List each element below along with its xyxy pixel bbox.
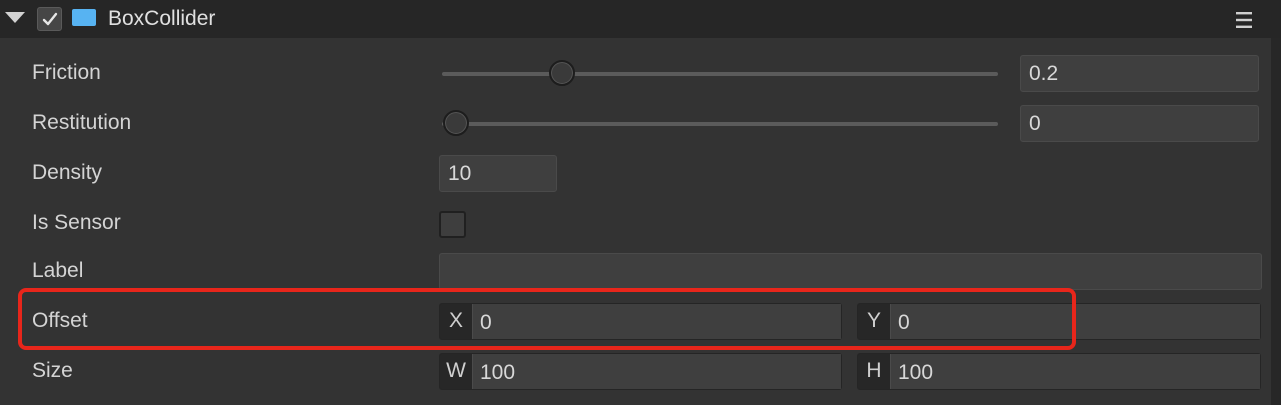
- restitution-label: Restitution: [32, 111, 132, 134]
- restitution-slider-track[interactable]: [442, 122, 998, 126]
- friction-slider-handle[interactable]: [549, 60, 575, 86]
- restitution-slider-handle[interactable]: [443, 110, 469, 136]
- component-title: BoxCollider: [108, 7, 216, 30]
- friction-input[interactable]: 0.2: [1020, 55, 1259, 92]
- restitution-input[interactable]: 0: [1020, 105, 1259, 142]
- size-h-input[interactable]: 100: [890, 354, 1260, 389]
- is-sensor-label: Is Sensor: [32, 211, 121, 234]
- size-label: Size: [32, 359, 73, 382]
- component-icon: [72, 9, 96, 26]
- label-input[interactable]: [439, 253, 1262, 290]
- size-h-field[interactable]: H 100: [857, 353, 1261, 390]
- scrollbar-gutter[interactable]: [1271, 38, 1281, 405]
- enable-checkbox[interactable]: [37, 7, 62, 31]
- checkmark-icon: [42, 12, 58, 26]
- component-header[interactable]: BoxCollider: [0, 0, 1281, 38]
- friction-label: Friction: [32, 61, 101, 84]
- density-input[interactable]: 10: [439, 155, 557, 192]
- menu-icon[interactable]: [1236, 11, 1252, 29]
- size-w-input[interactable]: 100: [472, 354, 841, 389]
- size-w-letter: W: [446, 359, 466, 382]
- fold-arrow-icon[interactable]: [5, 12, 25, 23]
- offset-highlight-box: [18, 288, 1076, 350]
- friction-slider-track[interactable]: [442, 72, 998, 76]
- density-label: Density: [32, 161, 103, 184]
- is-sensor-checkbox[interactable]: [439, 211, 466, 238]
- size-w-field[interactable]: W 100: [439, 353, 842, 390]
- size-h-letter: H: [866, 359, 882, 382]
- label-label: Label: [32, 259, 84, 282]
